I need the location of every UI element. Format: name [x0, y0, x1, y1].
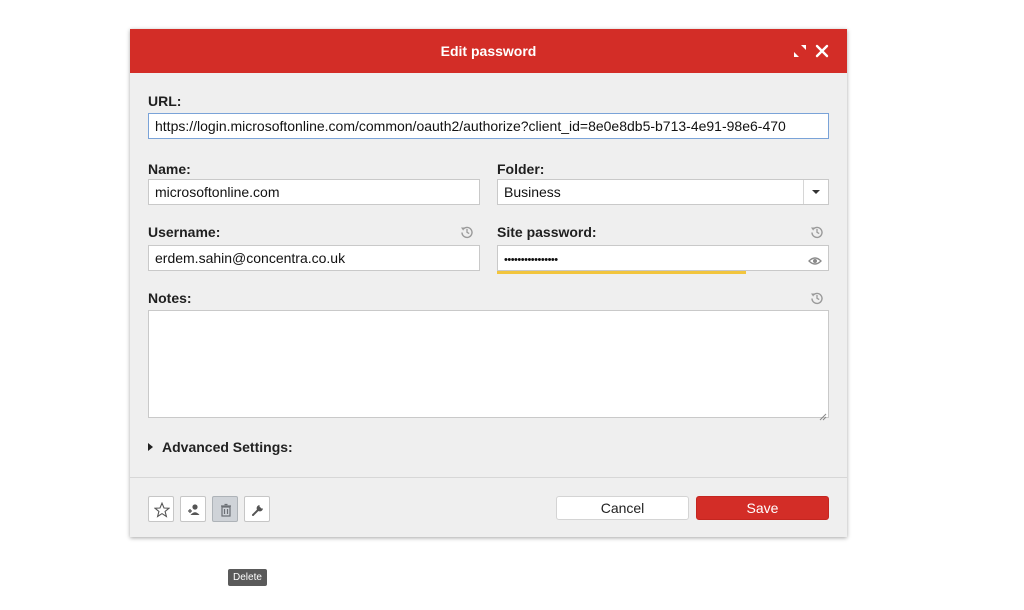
caret-right-icon	[148, 443, 153, 451]
expand-icon[interactable]	[791, 42, 809, 60]
dialog-title: Edit password	[440, 43, 537, 59]
site-password-value: ••••••••••••••••	[504, 254, 558, 266]
name-label: Name:	[148, 161, 191, 177]
notes-textarea[interactable]	[148, 310, 829, 418]
notes-history-icon[interactable]	[810, 291, 824, 305]
username-input[interactable]	[148, 245, 480, 271]
edit-password-dialog: Edit password URL: Name: Folder: Busines…	[130, 29, 847, 537]
username-history-icon[interactable]	[460, 225, 474, 239]
url-label: URL:	[148, 93, 182, 109]
advanced-settings-toggle[interactable]: Advanced Settings:	[148, 439, 293, 455]
delete-button[interactable]	[212, 496, 238, 522]
resize-grip-icon[interactable]	[819, 408, 827, 421]
tools-button[interactable]	[244, 496, 270, 522]
folder-select[interactable]: Business	[497, 179, 829, 205]
favorite-button[interactable]	[148, 496, 174, 522]
username-label: Username:	[148, 224, 221, 240]
password-history-icon[interactable]	[810, 225, 824, 239]
folder-select-value: Business	[504, 184, 561, 200]
chevron-down-icon[interactable]	[803, 180, 828, 204]
save-button[interactable]: Save	[696, 496, 829, 520]
site-password-label: Site password:	[497, 224, 597, 240]
footer-divider	[130, 477, 847, 478]
dialog-titlebar: Edit password	[130, 29, 847, 73]
cancel-button[interactable]: Cancel	[556, 496, 689, 520]
close-icon[interactable]	[813, 42, 831, 60]
password-strength-fill	[497, 271, 746, 274]
url-input[interactable]	[148, 113, 829, 139]
password-strength-meter	[497, 271, 829, 274]
eye-icon[interactable]	[808, 251, 822, 265]
delete-tooltip: Delete	[228, 569, 267, 586]
share-button[interactable]	[180, 496, 206, 522]
name-input[interactable]	[148, 179, 480, 205]
notes-label: Notes:	[148, 290, 192, 306]
site-password-input[interactable]: ••••••••••••••••	[497, 245, 829, 271]
folder-label: Folder:	[497, 161, 545, 177]
advanced-settings-label: Advanced Settings:	[162, 439, 293, 455]
